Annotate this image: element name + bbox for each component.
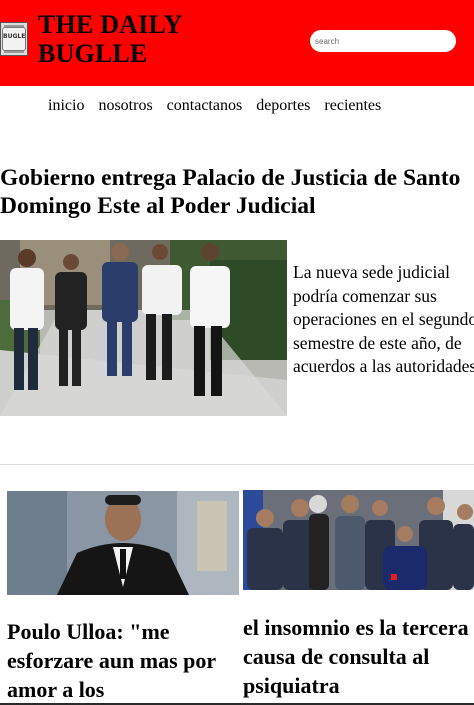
nav-item-inicio[interactable]: inicio	[48, 96, 84, 116]
logo-badge: BUGLE	[2, 27, 26, 51]
main-article-image[interactable]	[0, 240, 287, 416]
card-image-poulo-ulloa[interactable]	[7, 491, 239, 595]
card-title-poulo-ulloa[interactable]: Poulo Ulloa: "me esforzare aun mas por a…	[7, 617, 229, 704]
card-image-insomnio[interactable]	[243, 490, 474, 590]
main-nav: inicio nosotros contactanos deportes rec…	[48, 96, 381, 116]
logo-stripe	[4, 51, 24, 53]
section-divider	[0, 464, 474, 465]
main-article-headline[interactable]: Gobierno entrega Palacio de Justicia de …	[0, 164, 474, 220]
main-article-summary: La nueva sede judicial podría comenzar s…	[293, 262, 474, 376]
site-title[interactable]: THE DAILY BUGLLE	[38, 10, 228, 68]
newspaper-logo-icon[interactable]: BUGLE	[0, 22, 28, 56]
nav-item-contactanos[interactable]: contactanos	[167, 96, 243, 116]
site-header: BUGLE THE DAILY BUGLLE	[0, 0, 474, 86]
logo-text: BUGLE	[3, 33, 26, 40]
search-input[interactable]	[310, 30, 456, 52]
nav-item-nosotros[interactable]: nosotros	[98, 96, 152, 116]
nav-item-deportes[interactable]: deportes	[256, 96, 310, 116]
nav-item-recientes[interactable]: recientes	[324, 96, 381, 116]
card-title-insomnio[interactable]: el insomnio es la tercera causa de consu…	[243, 613, 474, 700]
